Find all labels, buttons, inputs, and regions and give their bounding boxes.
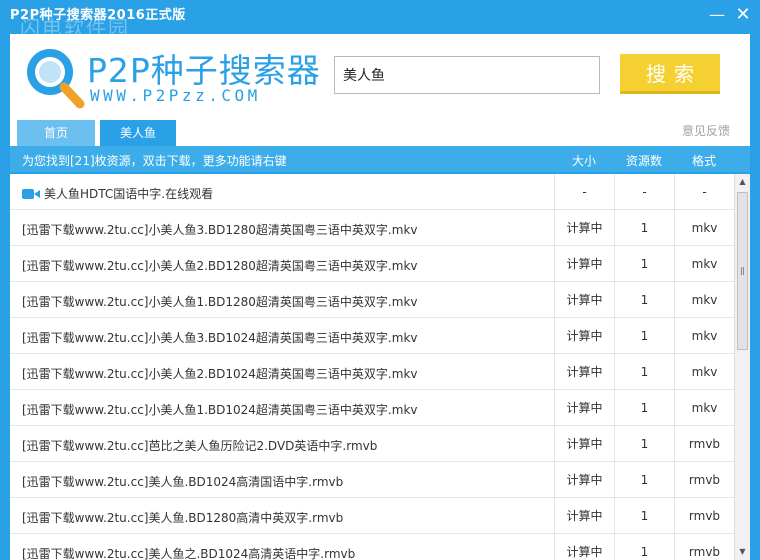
table-row[interactable]: 美人鱼HDTC国语中字.在线观看 - - - [10, 174, 734, 210]
row-count: 1 [614, 210, 674, 246]
logo-name: P2P种子搜索器 [87, 51, 321, 90]
row-name: [迅雷下载www.2tu.cc]小美人鱼2.BD1280超清英国粤三语中英双字.… [22, 259, 418, 273]
row-name: [迅雷下载www.2tu.cc]芭比之美人鱼历险记2.DVD英语中字.rmvb [22, 439, 378, 453]
table-row[interactable]: [迅雷下载www.2tu.cc]芭比之美人鱼历险记2.DVD英语中字.rmvb … [10, 426, 734, 462]
row-format: mkv [674, 246, 734, 282]
row-name: [迅雷下载www.2tu.cc]美人鱼.BD1024高清国语中字.rmvb [22, 475, 344, 489]
row-name: [迅雷下载www.2tu.cc]小美人鱼1.BD1280超清英国粤三语中英双字.… [22, 295, 418, 309]
table-row[interactable]: [迅雷下载www.2tu.cc]小美人鱼2.BD1024超清英国粤三语中英双字.… [10, 354, 734, 390]
row-format: rmvb [674, 462, 734, 498]
window-title: P2P种子搜索器2016正式版 [10, 8, 186, 23]
row-size: 计算中 [554, 282, 614, 318]
table-row[interactable]: [迅雷下载www.2tu.cc]小美人鱼3.BD1024超清英国粤三语中英双字.… [10, 318, 734, 354]
row-name: [迅雷下载www.2tu.cc]美人鱼.BD1280高清中英双字.rmvb [22, 511, 344, 525]
logo-url: WWW.P2Pzz.COM [90, 86, 261, 105]
row-name: [迅雷下载www.2tu.cc]美人鱼之.BD1024高清英语中字.rmvb [22, 547, 356, 560]
row-size: 计算中 [554, 354, 614, 390]
row-format: mkv [674, 282, 734, 318]
row-size: 计算中 [554, 246, 614, 282]
search-button[interactable]: 搜索 [620, 54, 720, 94]
close-button[interactable]: ✕ [730, 4, 756, 28]
results-list: 美人鱼HDTC国语中字.在线观看 - - - [迅雷下载www.2tu.cc]小… [10, 174, 734, 560]
row-size: 计算中 [554, 426, 614, 462]
minimize-button[interactable]: — [704, 4, 730, 28]
row-name: 美人鱼HDTC国语中字.在线观看 [22, 185, 552, 202]
row-count: 1 [614, 462, 674, 498]
results-header: 为您找到[21]枚资源，双击下载，更多功能请右键 大小 资源数 格式 [10, 146, 750, 172]
row-count: - [614, 174, 674, 210]
table-row[interactable]: [迅雷下载www.2tu.cc]美人鱼.BD1024高清国语中字.rmvb 计算… [10, 462, 734, 498]
vertical-scrollbar[interactable]: ▲ ▼ [734, 174, 750, 560]
row-size: 计算中 [554, 534, 614, 560]
row-size: 计算中 [554, 390, 614, 426]
scrollbar-thumb[interactable] [737, 192, 748, 350]
table-row[interactable]: [迅雷下载www.2tu.cc]美人鱼.BD1280高清中英双字.rmvb 计算… [10, 498, 734, 534]
column-header-format[interactable]: 格式 [674, 152, 734, 169]
title-bar: 闪电软件园 P2P种子搜索器2016正式版 — ✕ [0, 0, 760, 40]
table-row[interactable]: [迅雷下载www.2tu.cc]小美人鱼2.BD1280超清英国粤三语中英双字.… [10, 246, 734, 282]
row-size: 计算中 [554, 498, 614, 534]
row-format: rmvb [674, 426, 734, 462]
column-header-count[interactable]: 资源数 [614, 152, 674, 169]
row-name: [迅雷下载www.2tu.cc]小美人鱼2.BD1024超清英国粤三语中英双字.… [22, 367, 418, 381]
tab-home[interactable]: 首页 [17, 120, 95, 146]
row-format: rmvb [674, 498, 734, 534]
row-count: 1 [614, 498, 674, 534]
row-format: mkv [674, 318, 734, 354]
row-format: - [674, 174, 734, 210]
row-format: mkv [674, 354, 734, 390]
row-size: 计算中 [554, 462, 614, 498]
results-message: 为您找到[21]枚资源，双击下载，更多功能请右键 [22, 154, 287, 168]
row-count: 1 [614, 426, 674, 462]
row-count: 1 [614, 282, 674, 318]
header: P2P种子搜索器 WWW.P2Pzz.COM 搜索 首页 美人鱼 意见反馈 [10, 34, 750, 146]
scroll-up-arrow-icon[interactable]: ▲ [735, 174, 750, 190]
row-format: mkv [674, 390, 734, 426]
table-row[interactable]: [迅雷下载www.2tu.cc]美人鱼之.BD1024高清英语中字.rmvb 计… [10, 534, 734, 560]
column-header-size[interactable]: 大小 [554, 152, 614, 169]
row-count: 1 [614, 318, 674, 354]
row-count: 1 [614, 390, 674, 426]
row-name: [迅雷下载www.2tu.cc]小美人鱼1.BD1024超清英国粤三语中英双字.… [22, 403, 418, 417]
row-name: [迅雷下载www.2tu.cc]小美人鱼3.BD1280超清英国粤三语中英双字.… [22, 223, 418, 237]
magnifier-logo-icon [27, 49, 85, 109]
row-size: 计算中 [554, 318, 614, 354]
row-format: rmvb [674, 534, 734, 560]
table-row[interactable]: [迅雷下载www.2tu.cc]小美人鱼3.BD1280超清英国粤三语中英双字.… [10, 210, 734, 246]
feedback-link[interactable]: 意见反馈 [682, 122, 730, 139]
row-name: [迅雷下载www.2tu.cc]小美人鱼3.BD1024超清英国粤三语中英双字.… [22, 331, 418, 345]
row-count: 1 [614, 246, 674, 282]
row-size: - [554, 174, 614, 210]
table-row[interactable]: [迅雷下载www.2tu.cc]小美人鱼1.BD1280超清英国粤三语中英双字.… [10, 282, 734, 318]
video-camera-icon [22, 189, 40, 199]
grip-icon [741, 267, 744, 275]
table-row[interactable]: [迅雷下载www.2tu.cc]小美人鱼1.BD1024超清英国粤三语中英双字.… [10, 390, 734, 426]
row-name-text: 美人鱼HDTC国语中字.在线观看 [44, 187, 214, 201]
tab-search-result[interactable]: 美人鱼 [100, 120, 176, 146]
scroll-down-arrow-icon[interactable]: ▼ [735, 544, 750, 560]
search-input[interactable] [334, 56, 600, 94]
row-count: 1 [614, 354, 674, 390]
row-count: 1 [614, 534, 674, 560]
row-format: mkv [674, 210, 734, 246]
row-size: 计算中 [554, 210, 614, 246]
